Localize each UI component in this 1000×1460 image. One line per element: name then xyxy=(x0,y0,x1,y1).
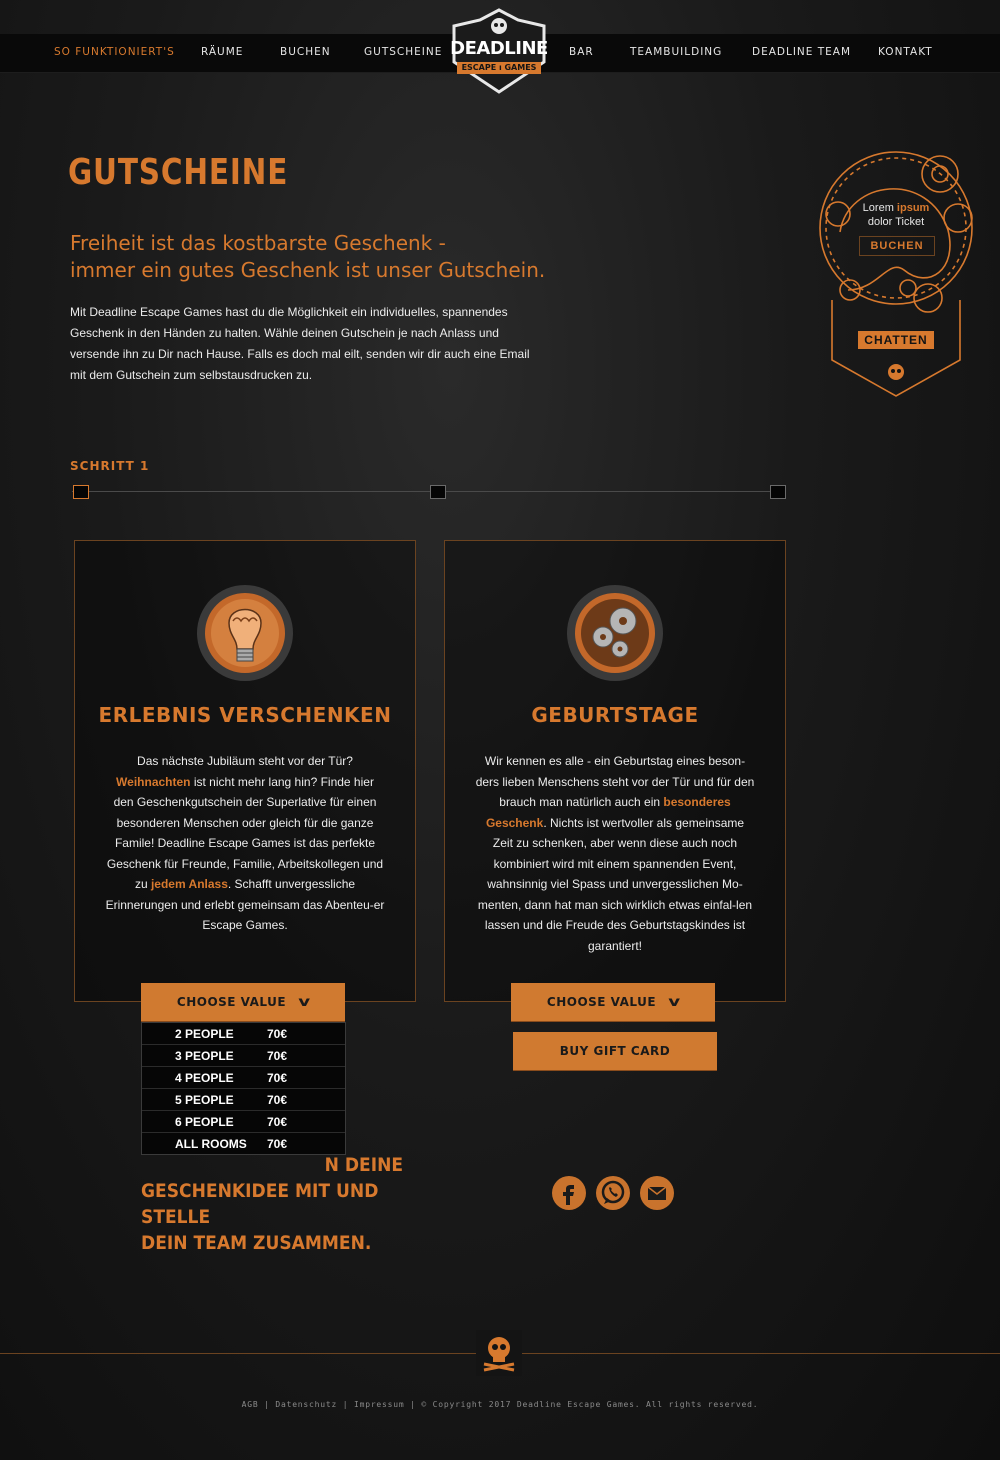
option-label: 4 PEOPLE xyxy=(175,1071,234,1085)
footer-copyright: AGB | Datenschutz | Impressum | © Copyri… xyxy=(241,1400,759,1409)
option-price: 70€ xyxy=(267,1093,288,1107)
page-subtitle: Freiheit ist das kostbarste Geschenk - i… xyxy=(70,230,590,284)
nav-item-kontakt[interactable]: KONTAKT xyxy=(878,46,933,58)
chevron-down-icon: v xyxy=(668,994,681,1010)
card-body: Wir kennen es alle - ein Geburtstag eine… xyxy=(475,751,755,956)
dropdown-option[interactable]: 5 PEOPLE 70€ xyxy=(142,1089,345,1111)
subtitle-line-1: Freiheit ist das kostbarste Geschenk - xyxy=(70,231,446,255)
site-logo[interactable]: DEADLINE ESCAPE ı GAMES xyxy=(450,8,548,94)
skull-icon xyxy=(476,1330,522,1376)
option-price: 70€ xyxy=(267,1115,288,1129)
option-label: 3 PEOPLE xyxy=(175,1049,234,1063)
dropdown-option[interactable]: 3 PEOPLE 70€ xyxy=(142,1045,345,1067)
option-label: 5 PEOPLE xyxy=(175,1093,234,1107)
logo-title: DEADLINE xyxy=(450,38,548,59)
option-price: 70€ xyxy=(267,1137,288,1151)
step-marker-2[interactable] xyxy=(430,485,446,499)
option-price: 70€ xyxy=(267,1071,288,1085)
card-body-text: . Nichts ist wertvoller als gemeinsame Z… xyxy=(477,815,753,953)
choose-value-label: CHOOSE VALUE xyxy=(176,995,287,1009)
dropdown-option[interactable]: 6 PEOPLE 70€ xyxy=(142,1111,345,1133)
step-progress-line xyxy=(72,491,786,492)
whatsapp-icon[interactable] xyxy=(596,1176,630,1210)
card-title: GEBURTSTAGE xyxy=(531,703,699,727)
buy-gift-card-button[interactable]: BUY GIFT CARD xyxy=(513,1032,717,1070)
lightbulb-brain-icon xyxy=(195,583,295,683)
nav-item-deadline-team[interactable]: DEADLINE TEAM xyxy=(752,46,851,58)
email-icon[interactable] xyxy=(640,1176,674,1210)
step-marker-3[interactable] xyxy=(770,485,786,499)
dropdown-option[interactable]: 2 PEOPLE 70€ xyxy=(142,1023,345,1045)
ticket-book-button[interactable]: BUCHEN xyxy=(859,236,935,256)
nav-item-raeume[interactable]: RÄUME xyxy=(201,46,243,58)
buy-gift-card-label: BUY GIFT CARD xyxy=(559,1044,671,1058)
dropdown-option[interactable]: 4 PEOPLE 70€ xyxy=(142,1067,345,1089)
card-body-highlight: jedem Anlass xyxy=(150,877,228,891)
teaser-line-3: DEIN TEAM ZUSAMMEN. xyxy=(141,1232,372,1254)
card-erlebnis-verschenken: ERLEBNIS VERSCHENKEN Das nächste Jubiläu… xyxy=(74,540,416,1002)
option-price: 70€ xyxy=(267,1027,288,1041)
option-label: 2 PEOPLE xyxy=(175,1027,234,1041)
ticket-line1-a: Lorem xyxy=(862,202,897,214)
gear-badge-icon xyxy=(819,151,973,397)
ticket-line1-b: ipsum xyxy=(896,202,930,214)
card-title: ERLEBNIS VERSCHENKEN xyxy=(98,703,392,727)
chevron-down-icon: v xyxy=(298,994,311,1010)
ticket-widget: Lorem ipsum dolor Ticket BUCHEN CHATTEN xyxy=(808,140,988,400)
card-body-text: ist nicht mehr lang hin? Finde hier den … xyxy=(106,774,384,892)
nav-item-teambuilding[interactable]: TEAMBUILDING xyxy=(630,46,722,58)
nav-item-bar[interactable]: BAR xyxy=(569,46,594,58)
choose-value-button-2[interactable]: CHOOSE VALUE v xyxy=(511,983,715,1021)
step-label: SCHRITT 1 xyxy=(70,459,150,473)
ticket-text: Lorem ipsum dolor Ticket xyxy=(848,201,944,229)
card-body-highlight: Weihnachten xyxy=(116,774,191,789)
teaser-line-1: N DEINE xyxy=(324,1154,404,1176)
logo-subtitle: ESCAPE ı GAMES xyxy=(457,62,541,74)
teaser-text: N DEINE GESCHENKIDEE MIT UND STELLE DEIN… xyxy=(141,1152,411,1256)
intro-text: Mit Deadline Escape Games hast du die Mö… xyxy=(70,305,530,382)
card-geburtstage: GEBURTSTAGE Wir kennen es alle - ein Geb… xyxy=(444,540,786,1002)
page-title: GUTSCHEINE xyxy=(68,152,289,193)
option-label: ALL ROOMS xyxy=(175,1137,247,1151)
teaser-line-2: GESCHENKIDEE MIT UND STELLE xyxy=(141,1180,379,1228)
card-body: Das nächste Jubiläum steht vor der Tür? … xyxy=(105,751,385,936)
nav-item-gutscheine[interactable]: GUTSCHEINE xyxy=(364,46,442,58)
choose-value-label: CHOOSE VALUE xyxy=(546,995,657,1009)
nav-item-buchen[interactable]: BUCHEN xyxy=(280,46,331,58)
choose-value-button-1[interactable]: CHOOSE VALUE v xyxy=(141,983,345,1021)
step-marker-1[interactable] xyxy=(73,485,89,499)
dropdown-option[interactable]: ALL ROOMS 70€ xyxy=(142,1133,345,1154)
card-body-text: Das nächste Jubiläum steht vor der Tür? xyxy=(137,754,353,768)
ticket-chat-button[interactable]: CHATTEN xyxy=(858,331,934,349)
option-price: 70€ xyxy=(267,1049,288,1063)
value-dropdown-list: 2 PEOPLE 70€ 3 PEOPLE 70€ 4 PEOPLE 70€ 5 PE… xyxy=(141,1022,346,1155)
facebook-icon[interactable] xyxy=(552,1176,586,1210)
subtitle-line-2: immer ein gutes Geschenk ist unser Gutsc… xyxy=(70,258,546,282)
nav-item-so-funktionierts[interactable]: SO FUNKTIONIERT'S xyxy=(54,46,175,58)
gears-icon xyxy=(565,583,665,683)
option-label: 6 PEOPLE xyxy=(175,1115,234,1129)
ticket-line2: dolor Ticket xyxy=(867,216,925,228)
